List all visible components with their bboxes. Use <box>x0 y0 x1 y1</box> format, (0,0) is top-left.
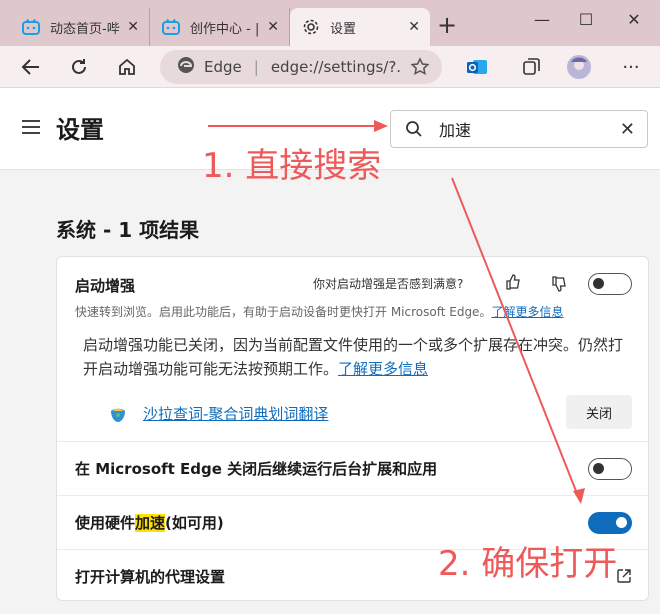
hardware-acceleration-label: 使用硬件加速(如可用) <box>75 512 224 533</box>
tab-strip: 动态首页-哔 ✕ 创作中心 - | ✕ 设置 ✕ + — ☐ ✕ <box>0 0 660 46</box>
gear-icon <box>302 18 320 36</box>
external-link-icon[interactable] <box>616 568 632 584</box>
extension-name-link[interactable]: 沙拉查词-聚合词典划词翻译 <box>143 403 328 424</box>
address-site: Edge <box>204 58 242 76</box>
warning-line-2: 开启动增强功能可能无法按预期工作。 <box>83 360 339 378</box>
tab-label: 创作中心 - | <box>190 21 260 37</box>
annotation-step-2: 2. 确保打开 <box>438 544 618 584</box>
close-extension-button[interactable]: 关闭 <box>566 395 632 429</box>
collections-icon[interactable] <box>518 54 544 80</box>
conflicting-extension: 沙拉查词-聚合词典划词翻译 <box>109 403 328 424</box>
edge-logo-icon <box>176 55 196 79</box>
more-options-icon[interactable]: ··· <box>618 54 644 80</box>
refresh-icon[interactable] <box>66 54 92 80</box>
background-apps-label: 在 Microsoft Edge 关闭后继续运行后台扩展和应用 <box>75 460 438 478</box>
avatar[interactable] <box>566 54 592 80</box>
background-apps-row: 在 Microsoft Edge 关闭后继续运行后台扩展和应用 <box>57 441 648 495</box>
toolbar: Edge | edge://settings/?... ··· <box>0 46 660 88</box>
search-icon <box>405 120 423 138</box>
bilibili-icon <box>162 18 180 36</box>
label-part-1: 使用硬件 <box>75 514 136 532</box>
clear-search-icon[interactable]: ✕ <box>620 119 635 140</box>
extension-logo-icon <box>109 405 127 423</box>
close-icon[interactable]: ✕ <box>267 19 279 35</box>
bilibili-icon <box>22 18 40 36</box>
startup-boost-description: 快速转到浏览。启用此功能后，有助于启动设备时更快打开 Microsoft Edg… <box>75 303 563 320</box>
label-part-2: (如可用) <box>165 514 224 532</box>
back-icon[interactable] <box>18 54 44 80</box>
close-icon[interactable]: ✕ <box>408 19 420 35</box>
warning-learn-more-link[interactable]: 了解更多信息 <box>338 360 428 378</box>
tab-label: 动态首页-哔 <box>50 21 120 37</box>
tab-label: 设置 <box>330 21 357 37</box>
address-url: edge://settings/?... <box>270 58 401 76</box>
window-close-icon[interactable]: ✕ <box>622 10 646 29</box>
settings-search-input[interactable]: 加速 ✕ <box>390 110 648 148</box>
tab-settings[interactable]: 设置 ✕ <box>290 8 430 46</box>
startup-boost-title: 启动增强 <box>75 277 136 295</box>
hardware-acceleration-toggle[interactable] <box>588 512 632 534</box>
background-apps-toggle[interactable] <box>588 458 632 480</box>
proxy-settings-label: 打开计算机的代理设置 <box>75 568 226 586</box>
outlook-icon[interactable] <box>464 54 490 80</box>
add-favorite-icon[interactable] <box>410 57 430 81</box>
new-tab-button[interactable]: + <box>434 13 460 40</box>
conflict-warning: 启动增强功能已关闭，因为当前配置文件使用的一个或多个扩展存在冲突。仍然打 开启动… <box>83 333 643 381</box>
thumbs-up-icon[interactable] <box>505 273 521 295</box>
close-icon[interactable]: ✕ <box>127 19 139 35</box>
maximize-icon[interactable]: ☐ <box>574 10 598 29</box>
home-icon[interactable] <box>114 54 140 80</box>
tab-creator-center[interactable]: 创作中心 - | ✕ <box>150 8 290 46</box>
feedback-question: 你对启动增强是否感到满意? <box>313 277 464 291</box>
results-title: 系统 - 1 项结果 <box>56 218 200 242</box>
learn-more-link[interactable]: 了解更多信息 <box>491 305 563 319</box>
page-title: 设置 <box>56 116 104 144</box>
minimize-icon[interactable]: — <box>530 10 554 29</box>
startup-boost-toggle[interactable] <box>588 273 632 295</box>
description-text: 快速转到浏览。启用此功能后，有助于启动设备时更快打开 Microsoft Edg… <box>75 305 492 319</box>
address-bar[interactable]: Edge | edge://settings/?... <box>160 50 442 84</box>
annotation-step-1: 1. 直接搜索 <box>202 146 382 186</box>
address-separator: | <box>253 58 259 76</box>
search-highlight: 加速 <box>135 514 166 532</box>
warning-line-1: 启动增强功能已关闭，因为当前配置文件使用的一个或多个扩展存在冲突。仍然打 <box>83 336 624 354</box>
thumbs-down-icon[interactable] <box>551 275 567 297</box>
menu-icon[interactable] <box>22 120 40 138</box>
search-value: 加速 <box>439 121 472 140</box>
tab-dynamic-home[interactable]: 动态首页-哔 ✕ <box>10 8 150 46</box>
